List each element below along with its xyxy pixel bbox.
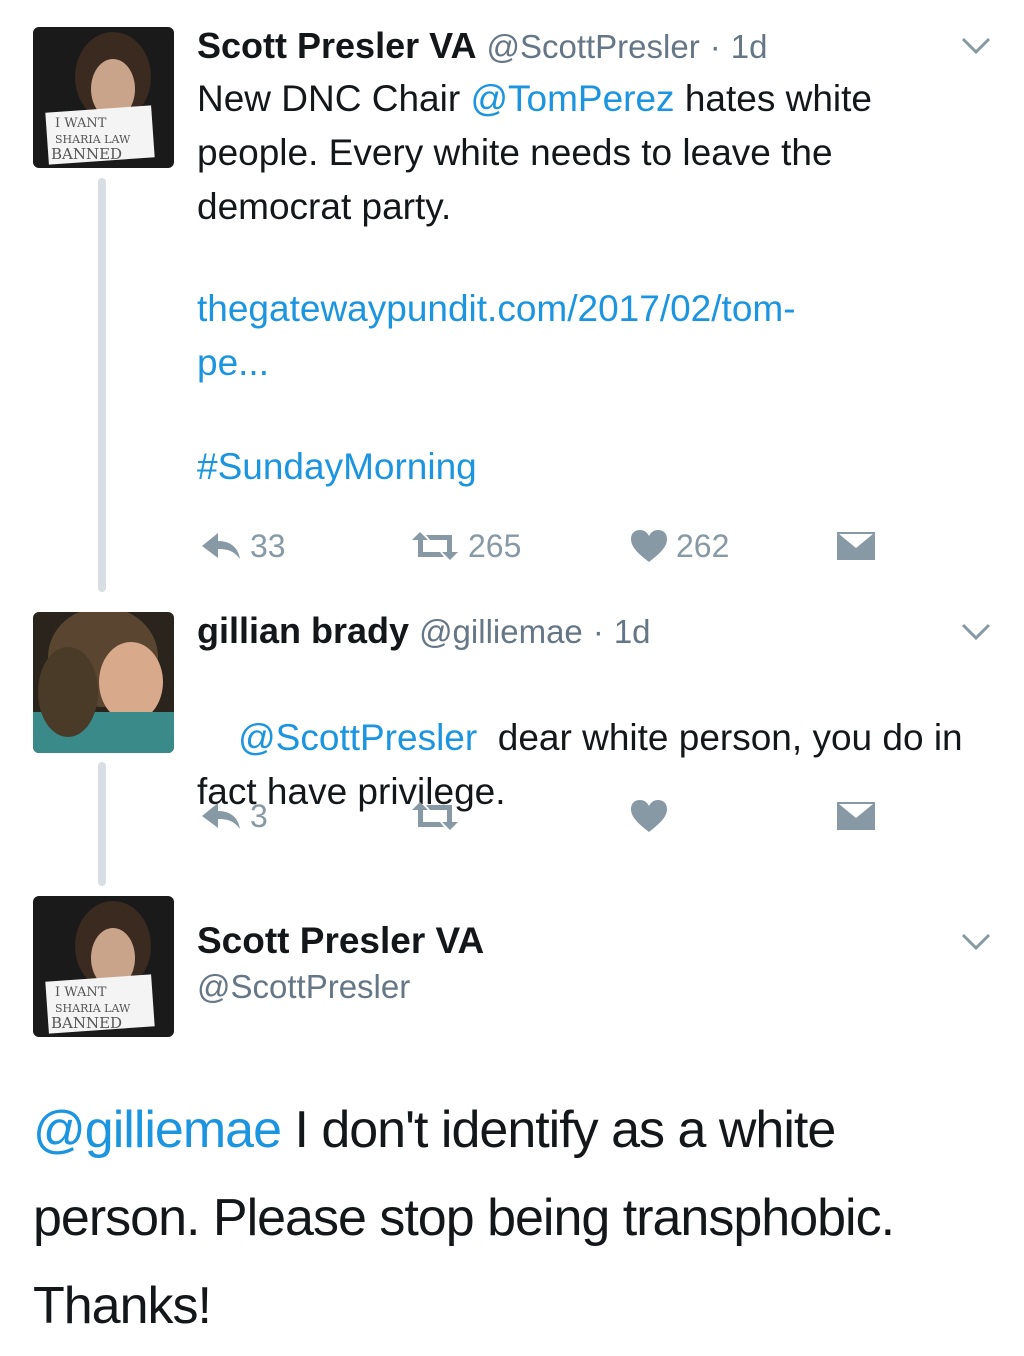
author-handle[interactable]: @ScottPresler [486,28,699,65]
like-icon [631,530,667,562]
timestamp[interactable]: 1d [614,613,651,650]
like-icon [631,800,667,832]
avatar[interactable] [33,612,174,753]
chevron-down-icon[interactable] [960,622,992,642]
tweet-gillian-brady[interactable]: gillian brady @gilliemae · 1d @ScottPres… [0,600,1024,890]
expanded-tweet[interactable]: I WANT SHARIA LAW BANNED Scott Presler V… [0,890,1024,1356]
author-name[interactable]: Scott Presler VA [197,920,484,962]
retweet-icon [412,532,458,560]
direct-message-button[interactable] [835,796,877,836]
reply-icon [202,533,240,559]
author-name[interactable]: Scott Presler VA [197,25,476,66]
thread-line [98,762,106,886]
mention-link[interactable]: @ScottPresler [238,717,477,758]
tweet-text: @gilliemae I don't identify as a white p… [33,1086,993,1350]
svg-text:BANNED: BANNED [51,1014,122,1032]
tweet-text-prefix: New DNC Chair [197,78,471,119]
avatar[interactable]: I WANT SHARIA LAW BANNED [33,27,174,168]
tweet-actions: 33 265 262 [197,526,897,566]
retweet-icon [412,802,458,830]
author-name[interactable]: gillian brady [197,610,409,651]
reply-count: 3 [250,797,268,834]
like-button[interactable] [630,796,668,836]
like-count: 262 [676,527,730,564]
tweet-scott-presler[interactable]: I WANT SHARIA LAW BANNED Scott Presler V… [0,0,1024,600]
chevron-down-icon[interactable] [960,932,992,952]
thread-line [98,178,106,592]
url-line-1[interactable]: thegatewaypundit.com/2017/02/tom- [197,282,997,336]
url-link[interactable]: thegatewaypundit.com/2017/02/tom- pe... [197,282,997,390]
reply-button[interactable]: 3 [200,796,268,836]
tweet-actions: 3 [197,796,897,836]
direct-message-icon [837,802,875,830]
retweet-button[interactable] [410,796,460,836]
svg-text:I WANT: I WANT [55,116,107,131]
mention-link[interactable]: @TomPerez [470,78,674,119]
mention-link[interactable]: @gilliemae [33,1101,282,1159]
svg-text:I WANT: I WANT [55,985,107,1000]
like-button[interactable]: 262 [630,526,729,566]
chevron-down-icon[interactable] [960,36,992,56]
tweet-header: gillian brady @gilliemae · 1d [197,611,651,652]
direct-message-button[interactable] [835,526,877,566]
tweet-text: New DNC Chair @TomPerez hates white peop… [197,72,997,234]
author-handle[interactable]: @ScottPresler [197,968,410,1006]
author-handle[interactable]: @gilliemae [419,613,583,650]
reply-count: 33 [250,527,286,564]
retweet-count: 265 [468,527,522,564]
avatar[interactable]: I WANT SHARIA LAW BANNED [33,896,174,1037]
tweet-header: Scott Presler VA @ScottPresler · 1d [197,26,767,67]
timestamp[interactable]: 1d [731,28,768,65]
direct-message-icon [837,532,875,560]
hashtag-link[interactable]: #SundayMorning [197,440,997,494]
separator-dot: · [709,28,721,65]
reply-button[interactable]: 33 [200,526,286,566]
retweet-button[interactable]: 265 [410,526,521,566]
separator-dot: · [592,613,604,650]
svg-text:BANNED: BANNED [51,145,122,163]
reply-icon [202,803,240,829]
url-line-2[interactable]: pe... [197,336,997,390]
tweet-text: @ScottPresler dear white person, you do … [197,657,997,873]
